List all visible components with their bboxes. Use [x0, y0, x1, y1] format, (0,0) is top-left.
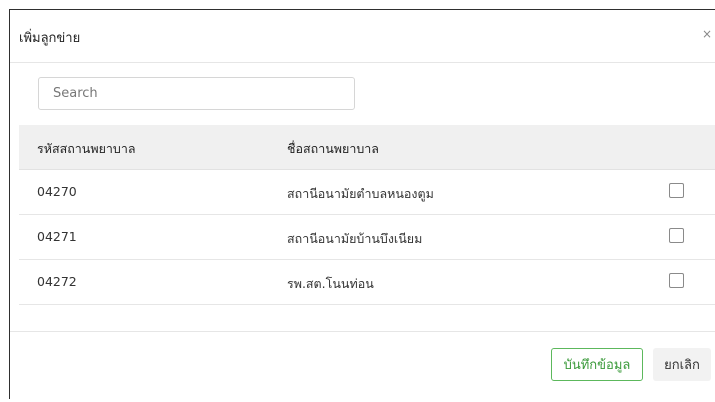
- hospital-name: รพ.สต.โนนท่อน: [287, 276, 374, 291]
- table-row: 04272 รพ.สต.โนนท่อน: [19, 260, 715, 305]
- cancel-button[interactable]: ยกเลิก: [653, 348, 711, 381]
- table-header: รหัสสถานพยาบาล ชื่อสถานพยาบาล: [19, 125, 715, 170]
- row-checkbox[interactable]: [669, 228, 684, 243]
- table-row: 04270 สถานีอนามัยตำบลหนองตูม: [19, 170, 715, 215]
- column-header-name: ชื่อสถานพยาบาล: [287, 141, 379, 156]
- modal-footer: บันทึกข้อมูล ยกเลิก: [10, 331, 715, 402]
- row-checkbox[interactable]: [669, 273, 684, 288]
- modal-title: เพิ่มลูกข่าย: [19, 31, 81, 46]
- hospital-name: สถานีอนามัยตำบลหนองตูม: [287, 186, 434, 201]
- hospital-code: 04272: [37, 274, 77, 289]
- hospital-code: 04270: [37, 184, 77, 199]
- save-button[interactable]: บันทึกข้อมูล: [551, 348, 643, 381]
- table-row: 04271 สถานีอนามัยบ้านบึงเนียม: [19, 215, 715, 260]
- modal-header: เพิ่มลูกข่าย ×: [10, 10, 715, 63]
- search-input[interactable]: [38, 77, 355, 110]
- row-checkbox[interactable]: [669, 183, 684, 198]
- hospital-name: สถานีอนามัยบ้านบึงเนียม: [287, 231, 423, 246]
- add-client-modal: เพิ่มลูกข่าย × รหัสสถานพยาบาล ชื่อสถานพย…: [9, 9, 715, 399]
- column-header-code: รหัสสถานพยาบาล: [37, 141, 136, 156]
- close-icon[interactable]: ×: [702, 27, 712, 41]
- hospital-code: 04271: [37, 229, 77, 244]
